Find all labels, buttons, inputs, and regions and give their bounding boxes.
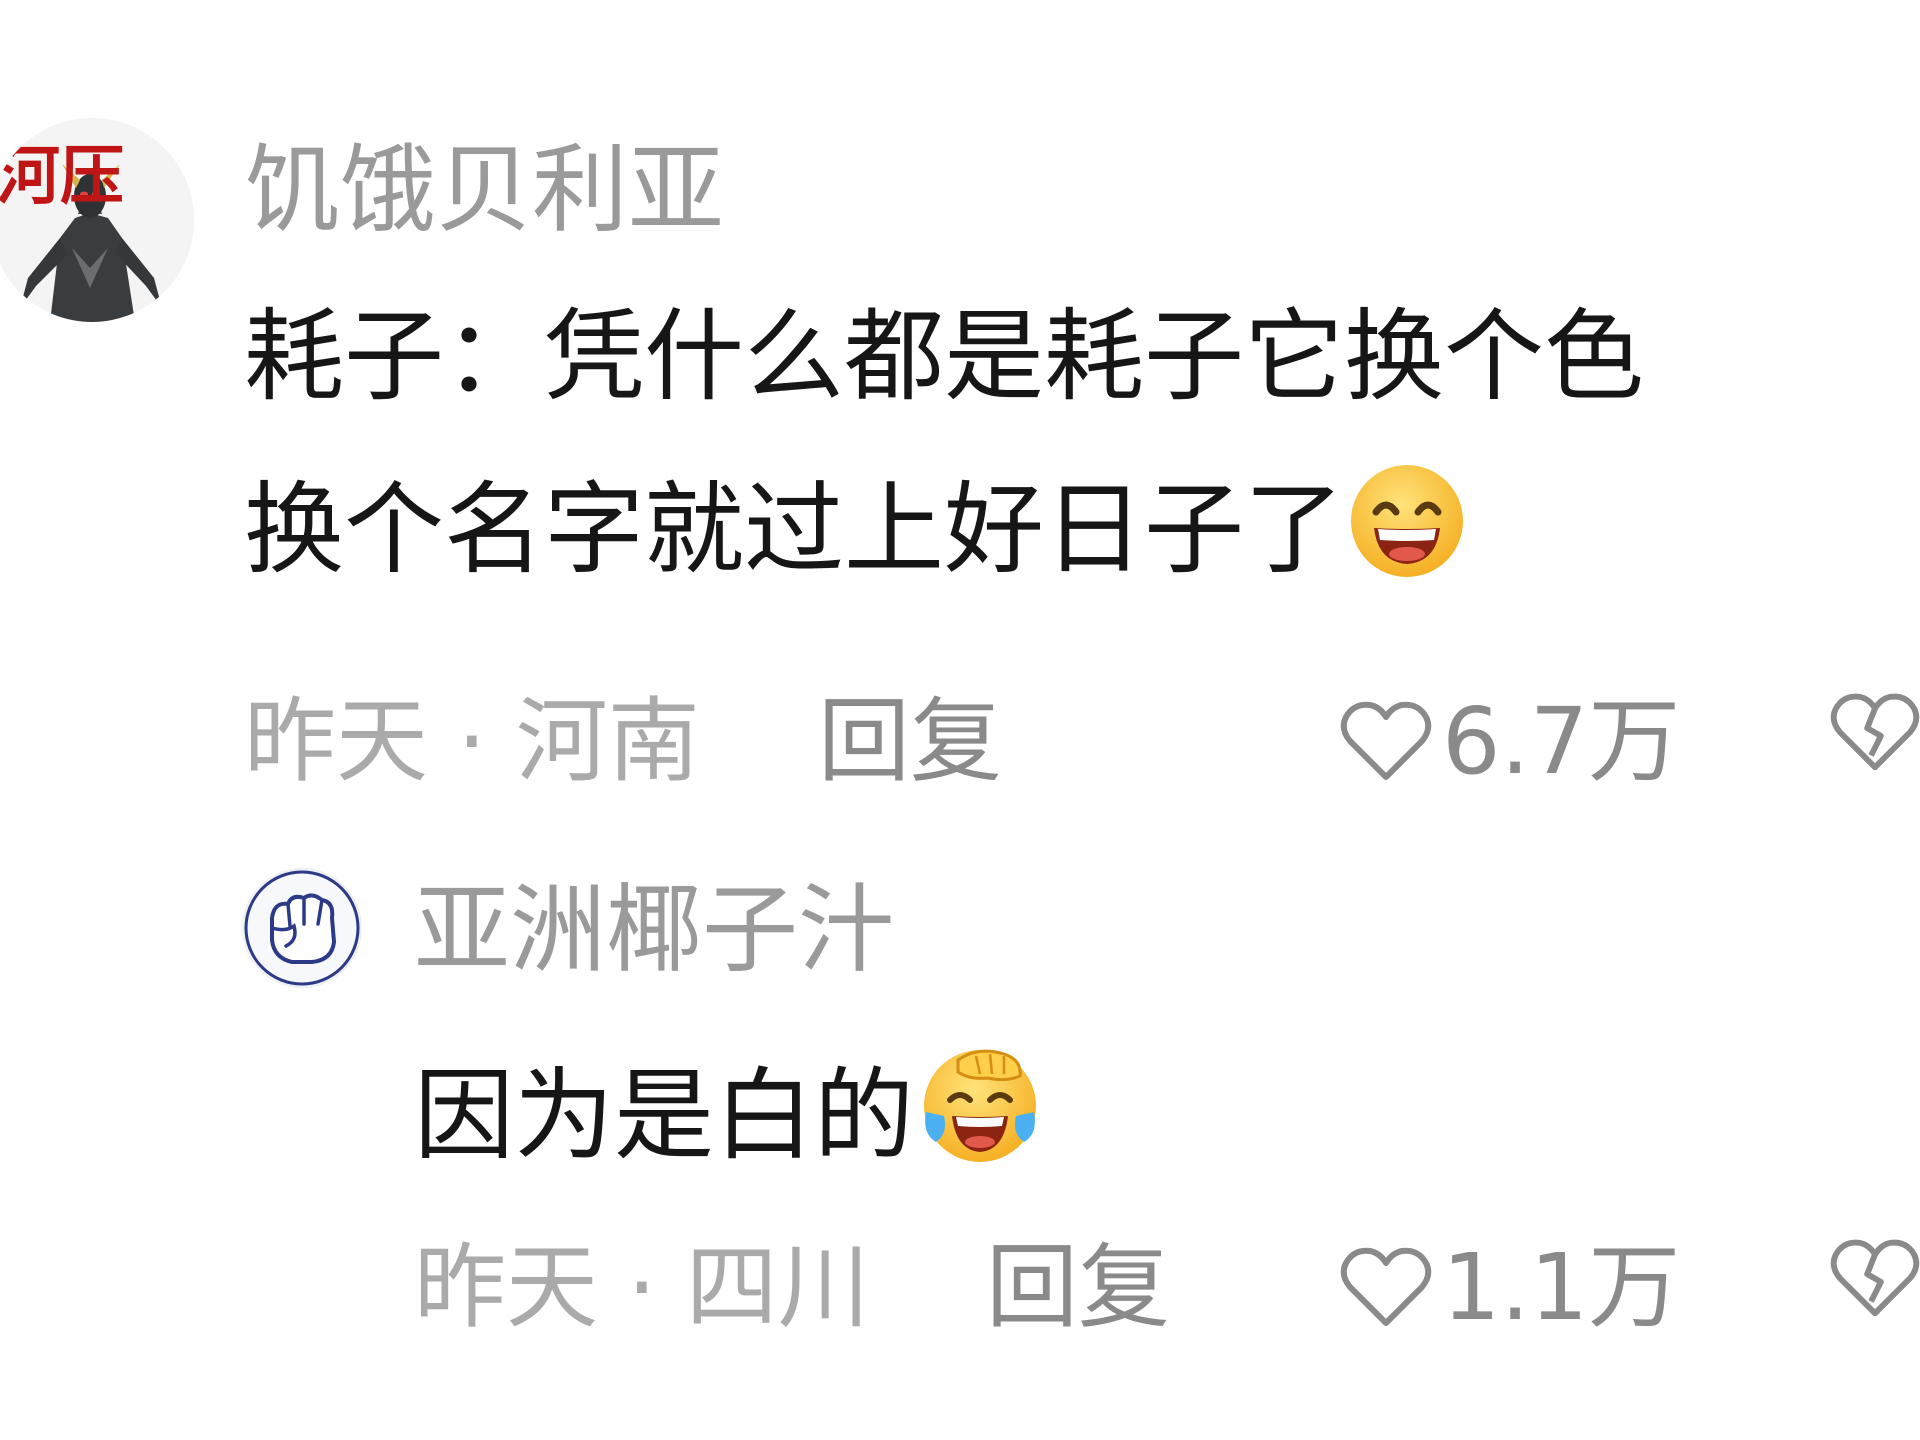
reply-button[interactable]: 回复 [986, 1230, 1170, 1346]
avatar[interactable] [242, 868, 362, 988]
like-count: 6.7万 [1442, 688, 1681, 795]
dislike-button[interactable] [1830, 1236, 1920, 1322]
like-button[interactable]: 6.7万 [1340, 684, 1680, 800]
comment-time: 昨天 [244, 688, 429, 795]
username[interactable]: 饥饿贝利亚 [244, 130, 724, 250]
heart-icon [1340, 701, 1432, 780]
rolling-laughing-crying-emoji-icon [924, 1049, 1036, 1162]
comment-meta: 昨天 · 河南 [244, 684, 700, 800]
meta-separator: · [627, 1234, 657, 1341]
heart-icon [1340, 1247, 1432, 1326]
reply-comment-item: 亚洲椰子汁 因为是白的 昨天 · 四川 回复 1.1万 [0, 820, 1920, 1440]
like-button[interactable]: 1.1万 [1340, 1230, 1680, 1346]
username[interactable]: 亚洲椰子汁 [414, 870, 894, 990]
grinning-face-emoji-icon [1351, 465, 1463, 577]
broken-heart-icon [1830, 1239, 1920, 1317]
comment-item: 河压 饥饿贝利亚 耗子：凭什么都是耗子它换个色 换个名字就过上好日子了 昨天 ·… [0, 0, 1920, 820]
comment-line: 耗子：凭什么都是耗子它换个色 [244, 298, 1644, 415]
broken-heart-icon [1830, 693, 1920, 771]
comment-line: 因为是白的 [414, 1057, 914, 1174]
ultraman-belial-avatar-icon: 河压 [0, 118, 194, 322]
meta-separator: · [457, 688, 487, 795]
comment-text: 因为是白的 [414, 1042, 1042, 1186]
reply-button[interactable]: 回复 [818, 684, 1002, 800]
comment-text: 耗子：凭什么都是耗子它换个色 换个名字就过上好日子了 [244, 282, 1644, 628]
fist-avatar-icon [242, 868, 362, 988]
dislike-button[interactable] [1830, 690, 1920, 776]
comment-location: 河南 [515, 688, 700, 795]
comment-meta: 昨天 · 四川 [414, 1230, 870, 1346]
like-count: 1.1万 [1442, 1234, 1681, 1341]
avatar[interactable]: 河压 [0, 118, 194, 322]
comment-line-with-emoji: 换个名字就过上好日子了 [244, 432, 1644, 628]
comment-location: 四川 [685, 1234, 870, 1341]
comment-line: 换个名字就过上好日子了 [244, 471, 1344, 588]
comment-time: 昨天 [414, 1234, 599, 1341]
svg-text:河压: 河压 [0, 139, 124, 214]
